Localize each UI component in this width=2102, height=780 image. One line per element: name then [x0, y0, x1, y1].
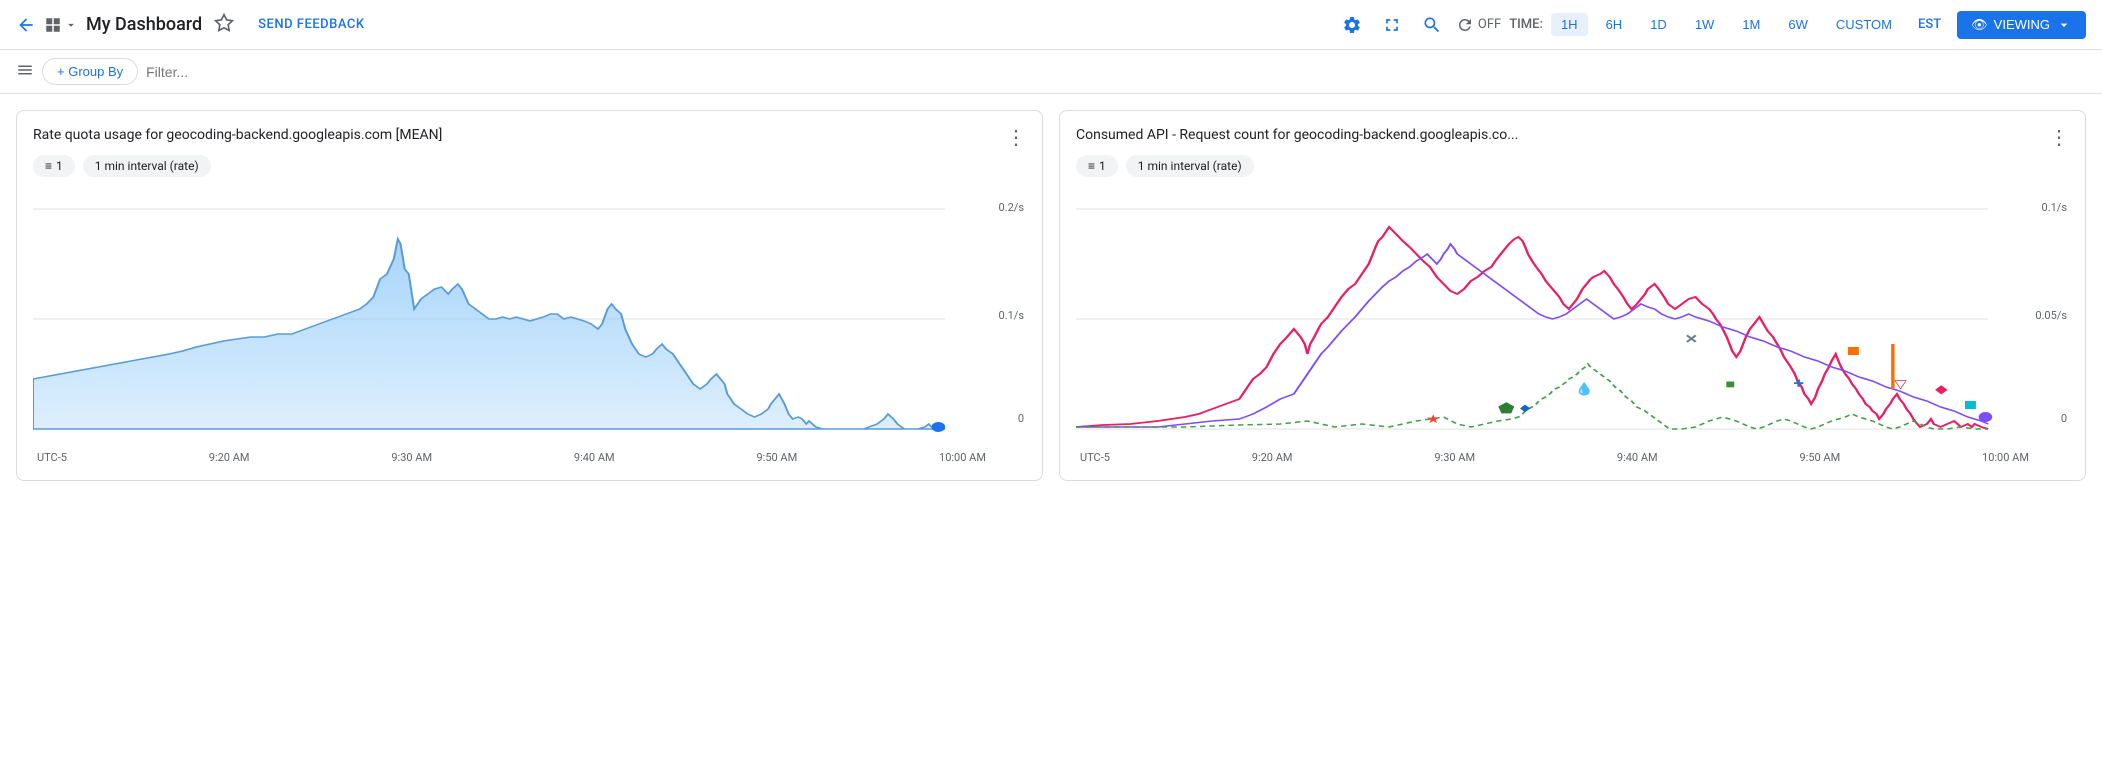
svg-text:⬟: ⬟ [1498, 400, 1515, 417]
svg-text:◆: ◆ [1935, 383, 1948, 396]
chart-title-1: Rate quota usage for geocoding-backend.g… [33, 127, 998, 143]
svg-text:✕: ✕ [1685, 333, 1699, 346]
x-label-0: UTC-5 [37, 451, 67, 464]
eye-icon: 👁 [1971, 17, 1988, 33]
filter-icon-2: ≡ [1088, 159, 1095, 173]
chart-header-1: Rate quota usage for geocoding-backend.g… [33, 127, 1026, 147]
badge-filter-count-2: 1 [1099, 159, 1106, 173]
chart-header-2: Consumed API - Request count for geocodi… [1076, 127, 2069, 147]
interval-label-2: 1 min interval (rate) [1138, 159, 1242, 173]
chart-badges-1: ≡ 1 1 min interval (rate) [33, 155, 1026, 177]
svg-text:◆: ◆ [1520, 402, 1531, 414]
x2-label-0: UTC-5 [1080, 451, 1110, 464]
x-label-3: 9:40 AM [574, 451, 615, 464]
time-6w[interactable]: 6W [1778, 13, 1818, 36]
viewing-label: VIEWING [1994, 17, 2050, 32]
chart-area-2: ★ ⬟ ◆ 💧 ✕ ■ + ▽ ◆ [1076, 189, 2069, 449]
y-top-1: 0.2/s [999, 201, 1024, 214]
svg-text:★: ★ [1426, 413, 1441, 426]
hamburger-icon[interactable] [16, 61, 34, 83]
x-axis-1: UTC-5 9:20 AM 9:30 AM 9:40 AM 9:50 AM 10… [33, 451, 1026, 464]
settings-icon[interactable] [1336, 9, 1368, 41]
chart-card-1: Rate quota usage for geocoding-backend.g… [16, 110, 1043, 481]
time-1h[interactable]: 1H [1551, 13, 1588, 36]
header-actions: OFF TIME: 1H 6H 1D 1W 1M 6W CUSTOM EST 👁… [1336, 9, 2086, 41]
refresh-button[interactable]: OFF [1456, 16, 1501, 34]
x2-label-1: 9:20 AM [1252, 451, 1293, 464]
time-6h[interactable]: 6H [1596, 13, 1633, 36]
search-icon[interactable] [1416, 9, 1448, 41]
x2-label-4: 9:50 AM [1799, 451, 1840, 464]
y-mid-2: 0.05/s [2035, 309, 2067, 322]
time-custom[interactable]: CUSTOM [1826, 13, 1902, 36]
time-1d[interactable]: 1D [1640, 13, 1677, 36]
x-label-4: 9:50 AM [756, 451, 797, 464]
y-top-2: 0.1/s [2042, 201, 2067, 214]
time-1m[interactable]: 1M [1732, 13, 1770, 36]
svg-text:💧: 💧 [1574, 382, 1594, 396]
filter-badge-2[interactable]: ≡ 1 [1076, 155, 1118, 177]
header-left: My Dashboard SEND FEEDBACK [16, 13, 1328, 37]
filter-badge-1[interactable]: ≡ 1 [33, 155, 75, 177]
page-title: My Dashboard [86, 14, 202, 35]
more-options-1[interactable]: ⋮ [1006, 127, 1026, 147]
chart-svg-2: ★ ⬟ ◆ 💧 ✕ ■ + ▽ ◆ [1076, 189, 2029, 449]
x-axis-2: UTC-5 9:20 AM 9:30 AM 9:40 AM 9:50 AM 10… [1076, 451, 2069, 464]
x-label-1: 9:20 AM [209, 451, 250, 464]
x-label-2: 9:30 AM [391, 451, 432, 464]
back-button[interactable] [16, 15, 36, 35]
interval-badge-2[interactable]: 1 min interval (rate) [1126, 155, 1254, 177]
chart-area-1: 0.2/s 0.1/s 0 [33, 189, 1026, 449]
interval-label-1: 1 min interval (rate) [95, 159, 199, 173]
main-content: Rate quota usage for geocoding-backend.g… [0, 94, 2102, 497]
x2-label-2: 9:30 AM [1434, 451, 1475, 464]
header: My Dashboard SEND FEEDBACK OFF TIME: 1H … [0, 0, 2102, 50]
viewing-button[interactable]: 👁 VIEWING [1957, 11, 2086, 39]
svg-text:+: + [1793, 375, 1803, 392]
filter-input[interactable] [146, 64, 2086, 80]
interval-badge-1[interactable]: 1 min interval (rate) [83, 155, 211, 177]
refresh-label: OFF [1478, 17, 1501, 32]
svg-text:■: ■ [1725, 378, 1735, 391]
chart-badges-2: ≡ 1 1 min interval (rate) [1076, 155, 2069, 177]
x2-label-5: 10:00 AM [1982, 451, 2029, 464]
more-options-2[interactable]: ⋮ [2049, 127, 2069, 147]
chart-card-2: Consumed API - Request count for geocodi… [1059, 110, 2086, 481]
send-feedback-button[interactable]: SEND FEEDBACK [258, 17, 364, 32]
x-label-5: 10:00 AM [939, 451, 986, 464]
chart-title-2: Consumed API - Request count for geocodi… [1076, 127, 2041, 143]
x2-label-3: 9:40 AM [1617, 451, 1658, 464]
svg-text:▽: ▽ [1894, 378, 1907, 391]
star-icon[interactable] [214, 13, 234, 37]
y-bottom-1: 0 [1018, 412, 1024, 425]
chart-svg-1 [33, 189, 986, 449]
dashboard-icon[interactable] [44, 16, 78, 34]
filter-icon-1: ≡ [45, 159, 52, 173]
badge-filter-count-1: 1 [56, 159, 63, 173]
group-by-button[interactable]: + Group By [42, 58, 138, 85]
fullscreen-icon[interactable] [1376, 9, 1408, 41]
y-mid-1: 0.1/s [999, 309, 1024, 322]
time-1w[interactable]: 1W [1685, 13, 1725, 36]
y-bottom-2: 0 [2061, 412, 2067, 425]
toolbar: + Group By [0, 50, 2102, 94]
timezone-button[interactable]: EST [1910, 13, 1949, 36]
time-label: TIME: [1509, 17, 1543, 32]
